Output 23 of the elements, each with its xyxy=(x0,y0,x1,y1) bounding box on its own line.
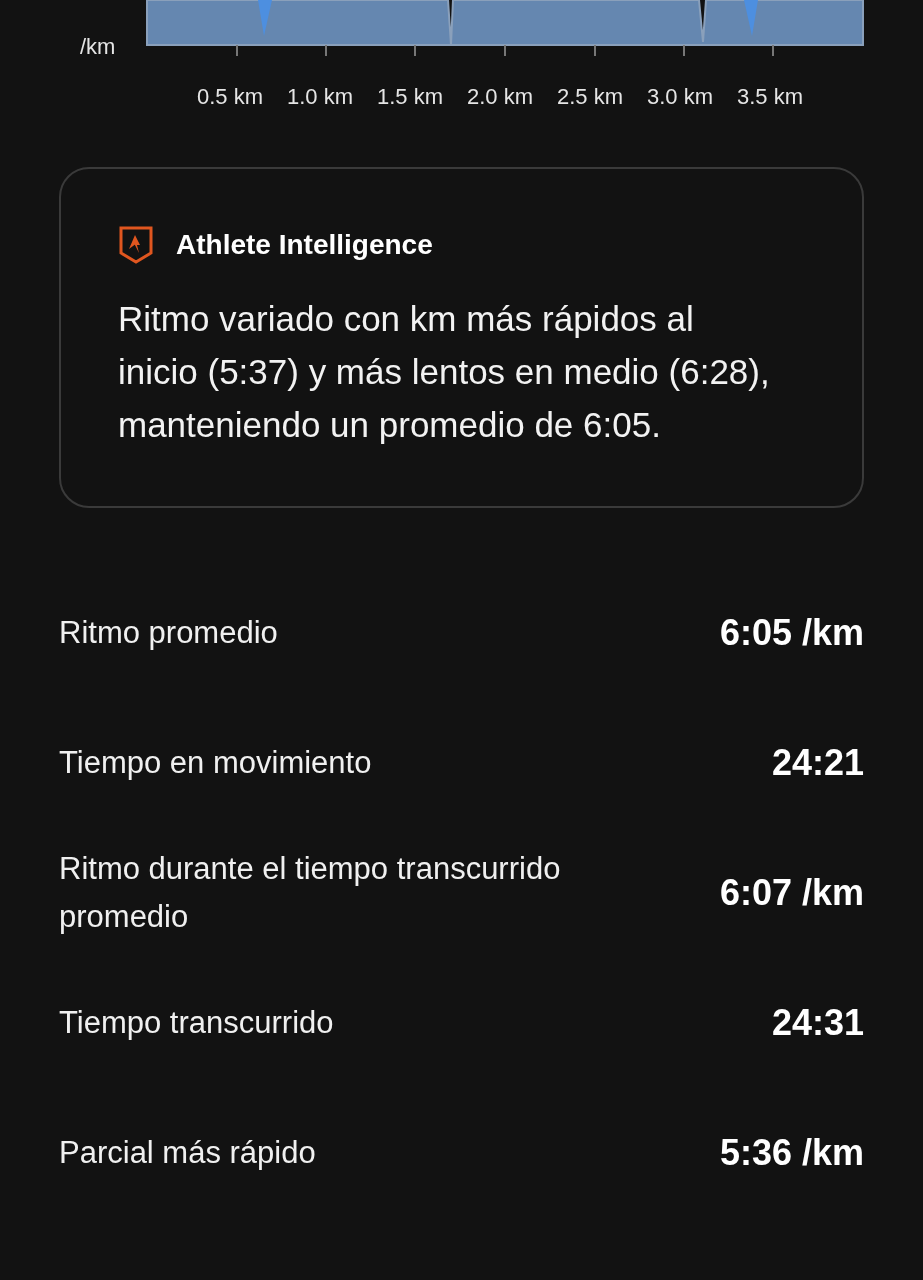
axis-tick-label: 3.5 km xyxy=(736,83,804,111)
axis-tick-label: 1.5 km xyxy=(376,83,444,111)
stat-label: Ritmo durante el tiempo transcurrido promedio xyxy=(59,850,562,936)
stat-value: 24:21 xyxy=(771,741,864,785)
stat-label: Tiempo en movimiento xyxy=(59,744,372,782)
stat-value: 6:07 /km xyxy=(719,871,864,915)
pace-spike xyxy=(258,0,272,36)
stat-label: Tiempo transcurrido xyxy=(59,1004,334,1042)
card-title: Athlete Intelligence xyxy=(176,228,433,262)
stat-value: 5:36 /km xyxy=(719,1131,864,1175)
stat-value: 24:31 xyxy=(771,1001,864,1045)
axis-unit-label: /km xyxy=(80,33,116,61)
axis-tick-label: 0.5 km xyxy=(196,83,264,111)
stat-label: Ritmo promedio xyxy=(59,614,278,652)
axis-tick-label: 2.5 km xyxy=(556,83,624,111)
axis-tick-label: 3.0 km xyxy=(646,83,714,111)
shield-logo-icon xyxy=(118,225,154,265)
pace-spike xyxy=(744,0,758,36)
stat-value: 6:05 /km xyxy=(719,611,864,655)
insight-text: Ritmo variado con km más rápidos al inicio (5:37) y más lentos en medio (6:28), manteniendo un promedio de 6:05. xyxy=(118,298,771,446)
axis-tick-label: 1.0 km xyxy=(286,83,354,111)
axis-tick-label: 2.0 km xyxy=(466,83,534,111)
stat-label: Parcial más rápido xyxy=(59,1134,316,1172)
